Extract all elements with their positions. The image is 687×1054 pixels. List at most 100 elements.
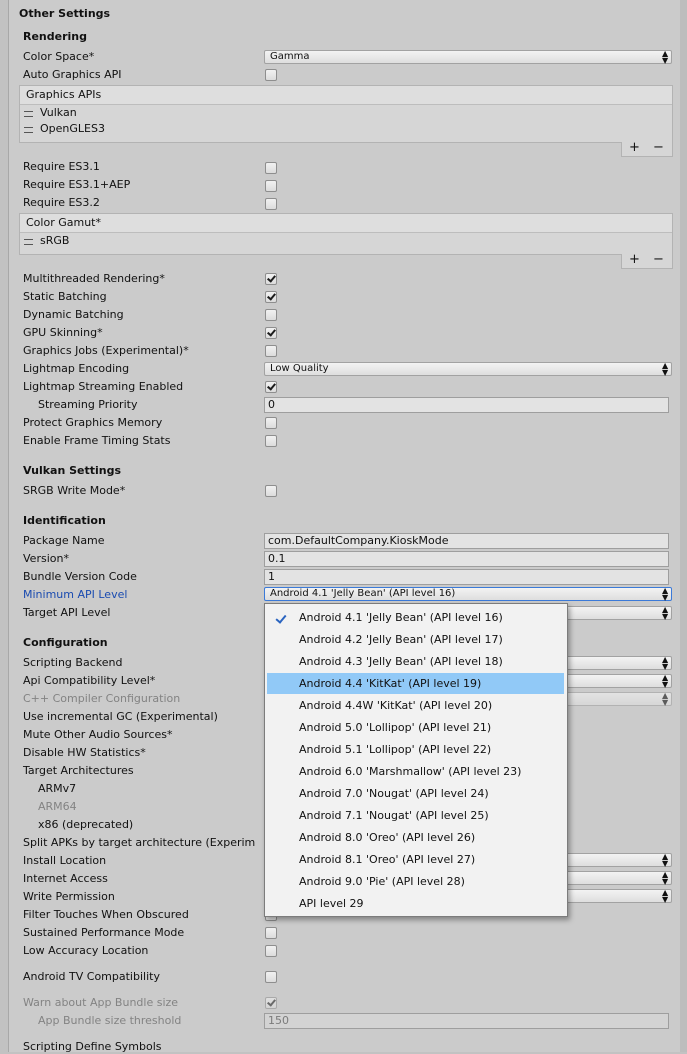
menu-item[interactable]: Android 8.0 'Oreo' (API level 26) bbox=[267, 827, 564, 848]
inspector-scrollbar[interactable] bbox=[680, 0, 687, 1052]
minimum-api-level-dropdown[interactable]: Android 4.1 'Jelly Bean' (API level 16) ▲… bbox=[264, 586, 672, 602]
multithreaded-checkbox[interactable] bbox=[265, 273, 277, 285]
list-item-label: sRGB bbox=[40, 234, 70, 247]
version-label: Version* bbox=[23, 552, 69, 565]
menu-item[interactable]: Android 4.4W 'KitKat' (API level 20) bbox=[267, 695, 564, 716]
rendering-header: Rendering bbox=[23, 30, 87, 43]
srgb-write-checkbox[interactable] bbox=[265, 485, 277, 497]
menu-item[interactable]: Android 4.2 'Jelly Bean' (API level 17) bbox=[267, 629, 564, 650]
vulkan-settings-header: Vulkan Settings bbox=[23, 464, 122, 477]
sustained-performance-checkbox[interactable] bbox=[265, 927, 277, 939]
menu-item-label: Android 7.1 'Nougat' (API level 25) bbox=[299, 809, 489, 822]
minimum-api-level-label: Minimum API Level bbox=[23, 588, 128, 601]
menu-item-label: Android 5.1 'Lollipop' (API level 22) bbox=[299, 743, 492, 756]
lightmap-encoding-label: Lightmap Encoding bbox=[23, 362, 130, 375]
menu-item[interactable]: Android 6.0 'Marshmallow' (API level 23) bbox=[267, 761, 564, 782]
require-es31-aep-checkbox[interactable] bbox=[265, 180, 277, 192]
bundle-threshold-label: App Bundle size threshold bbox=[38, 1014, 182, 1027]
require-es31-label: Require ES3.1 bbox=[23, 160, 100, 173]
filter-touches-label: Filter Touches When Obscured bbox=[23, 908, 189, 921]
drag-handle-icon[interactable] bbox=[24, 239, 33, 245]
auto-graphics-api-label: Auto Graphics API bbox=[23, 68, 122, 81]
menu-item-highlighted[interactable]: Android 4.4 'KitKat' (API level 19) bbox=[267, 673, 564, 694]
arm64-label: ARM64 bbox=[38, 800, 77, 813]
package-name-field[interactable]: com.DefaultCompany.KioskMode bbox=[264, 533, 669, 549]
updown-arrow-icon: ▲ ▼ bbox=[662, 888, 669, 904]
checkmark-icon bbox=[275, 612, 287, 624]
android-tv-label: Android TV Compatibility bbox=[23, 970, 160, 983]
gpu-skinning-checkbox[interactable] bbox=[265, 327, 277, 339]
list-item[interactable]: Vulkan bbox=[20, 105, 672, 121]
require-es31-checkbox[interactable] bbox=[265, 162, 277, 174]
bundle-version-code-field[interactable]: 1 bbox=[264, 569, 669, 585]
srgb-write-label: SRGB Write Mode* bbox=[23, 484, 126, 497]
menu-item[interactable]: API level 29 bbox=[267, 893, 564, 914]
low-accuracy-label: Low Accuracy Location bbox=[23, 944, 149, 957]
updown-arrow-icon: ▲ ▼ bbox=[662, 586, 669, 602]
minimum-api-level-value: Android 4.1 'Jelly Bean' (API level 16) bbox=[270, 588, 456, 599]
menu-item-label: Android 7.0 'Nougat' (API level 24) bbox=[299, 787, 489, 800]
frame-timing-checkbox[interactable] bbox=[265, 435, 277, 447]
drag-handle-icon[interactable] bbox=[24, 127, 33, 133]
static-batching-checkbox[interactable] bbox=[265, 291, 277, 303]
android-tv-checkbox[interactable] bbox=[265, 971, 277, 983]
version-field[interactable]: 0.1 bbox=[264, 551, 669, 567]
add-icon[interactable]: + bbox=[629, 253, 640, 266]
updown-arrow-icon: ▲ ▼ bbox=[662, 673, 669, 689]
list-item[interactable]: sRGB bbox=[20, 233, 672, 249]
menu-item[interactable]: Android 5.1 'Lollipop' (API level 22) bbox=[267, 739, 564, 760]
color-gamut-header: Color Gamut* bbox=[20, 214, 672, 233]
menu-item[interactable]: Android 4.1 'Jelly Bean' (API level 16) bbox=[267, 607, 564, 628]
updown-arrow-icon: ▲ ▼ bbox=[662, 605, 669, 621]
require-es32-checkbox[interactable] bbox=[265, 198, 277, 210]
multithreaded-label: Multithreaded Rendering* bbox=[23, 272, 165, 285]
other-settings-header[interactable]: Other Settings bbox=[19, 7, 110, 21]
drag-handle-icon[interactable] bbox=[24, 111, 33, 117]
menu-item-label: API level 29 bbox=[299, 897, 364, 910]
static-batching-label: Static Batching bbox=[23, 290, 107, 303]
streaming-priority-field[interactable]: 0 bbox=[264, 397, 669, 413]
auto-graphics-api-checkbox[interactable] bbox=[265, 69, 277, 81]
warn-bundle-size-label: Warn about App Bundle size bbox=[23, 996, 179, 1009]
low-accuracy-checkbox[interactable] bbox=[265, 945, 277, 957]
warn-bundle-size-checkbox bbox=[265, 997, 277, 1009]
graphics-jobs-label: Graphics Jobs (Experimental)* bbox=[23, 344, 189, 357]
menu-item[interactable]: Android 5.0 'Lollipop' (API level 21) bbox=[267, 717, 564, 738]
configuration-header: Configuration bbox=[23, 636, 108, 649]
require-es31-aep-label: Require ES3.1+AEP bbox=[23, 178, 131, 191]
remove-icon[interactable]: − bbox=[653, 141, 664, 154]
menu-item[interactable]: Android 7.1 'Nougat' (API level 25) bbox=[267, 805, 564, 826]
menu-item[interactable]: Android 7.0 'Nougat' (API level 24) bbox=[267, 783, 564, 804]
frame-timing-label: Enable Frame Timing Stats bbox=[23, 434, 171, 447]
add-icon[interactable]: + bbox=[629, 141, 640, 154]
lightmap-encoding-dropdown[interactable]: Low Quality ▲ ▼ bbox=[264, 362, 672, 377]
menu-item-label: Android 4.4W 'KitKat' (API level 20) bbox=[299, 699, 493, 712]
protect-graphics-memory-checkbox[interactable] bbox=[265, 417, 277, 429]
identification-header: Identification bbox=[23, 514, 106, 527]
graphics-apis-header: Graphics APIs bbox=[20, 86, 672, 105]
color-space-dropdown[interactable]: Gamma ▲ ▼ bbox=[264, 50, 672, 65]
require-es32-label: Require ES3.2 bbox=[23, 196, 100, 209]
bundle-threshold-field: 150 bbox=[264, 1013, 669, 1029]
list-item[interactable]: OpenGLES3 bbox=[20, 121, 672, 137]
dynamic-batching-checkbox[interactable] bbox=[265, 309, 277, 321]
cpp-compiler-label: C++ Compiler Configuration bbox=[23, 692, 181, 705]
mute-audio-label: Mute Other Audio Sources* bbox=[23, 728, 173, 741]
menu-item[interactable]: Android 9.0 'Pie' (API level 28) bbox=[267, 871, 564, 892]
package-name-label: Package Name bbox=[23, 534, 105, 547]
remove-icon[interactable]: − bbox=[653, 253, 664, 266]
menu-item[interactable]: Android 4.3 'Jelly Bean' (API level 18) bbox=[267, 651, 564, 672]
list-item-label: Vulkan bbox=[40, 106, 77, 119]
menu-item-label: Android 8.0 'Oreo' (API level 26) bbox=[299, 831, 476, 844]
lightmap-streaming-checkbox[interactable] bbox=[265, 381, 277, 393]
updown-arrow-icon: ▲ ▼ bbox=[662, 870, 669, 886]
menu-item[interactable]: Android 8.1 'Oreo' (API level 27) bbox=[267, 849, 564, 870]
gpu-skinning-label: GPU Skinning* bbox=[23, 326, 103, 339]
sustained-performance-label: Sustained Performance Mode bbox=[23, 926, 185, 939]
write-permission-label: Write Permission bbox=[23, 890, 115, 903]
split-apks-label: Split APKs by target architecture (Exper… bbox=[23, 836, 256, 849]
lightmap-encoding-value: Low Quality bbox=[270, 363, 329, 374]
graphics-jobs-checkbox[interactable] bbox=[265, 345, 277, 357]
internet-access-label: Internet Access bbox=[23, 872, 108, 885]
streaming-priority-label: Streaming Priority bbox=[38, 398, 138, 411]
